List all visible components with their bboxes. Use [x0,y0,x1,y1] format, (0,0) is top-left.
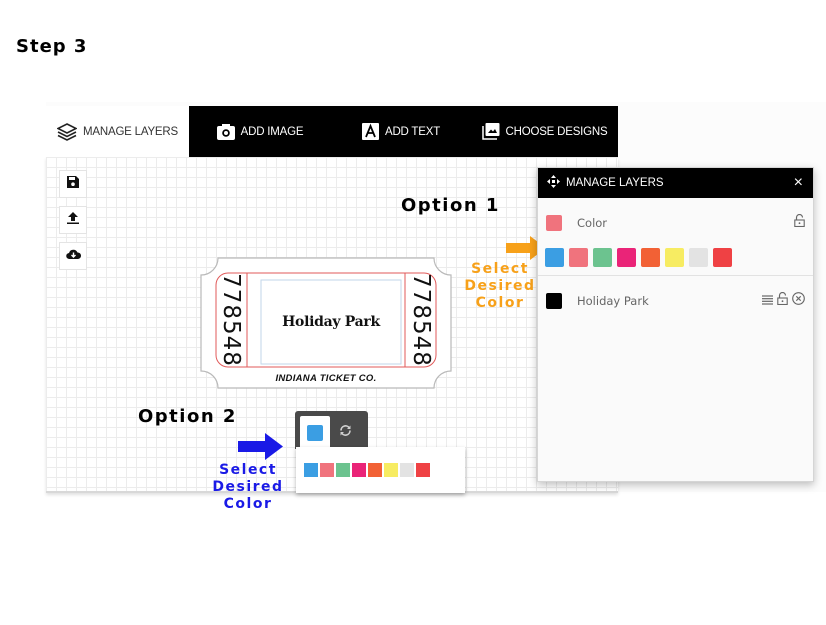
reset-icon[interactable] [339,424,352,442]
color-palette-2 [304,463,430,477]
color-swatch-option[interactable] [416,463,430,477]
color-palette-1 [545,248,813,267]
image-gallery-icon [481,123,500,140]
tab-label: MANAGE LAYERS [83,125,178,138]
tab-label: ADD TEXT [384,125,441,138]
ticket-number-right: 778548 [408,273,434,367]
blue-arrow-icon [238,433,283,465]
select-color-hint-2: Select Desired Color [208,462,288,513]
color-swatch-option[interactable] [713,248,732,267]
ticket-design[interactable]: 778548 778548 Holiday Park INDIANA TICKE… [200,257,452,394]
option-1-label: Option 1 [401,195,500,216]
layer-color-swatch[interactable] [546,293,562,309]
color-swatch-option[interactable] [545,248,564,267]
color-swatch-option[interactable] [352,463,366,477]
color-swatch-option[interactable] [336,463,350,477]
tab-bar: MANAGE LAYERS ADD IMAGE ADD TEXT CHOOSE … [46,106,618,157]
hint-line: Desired [464,278,536,294]
floppy-disk-icon [67,175,79,193]
tab-manage-layers[interactable]: MANAGE LAYERS [46,106,189,157]
select-color-hint-1: Select Desired Color [462,261,538,312]
unlock-icon[interactable] [794,213,805,232]
text-icon [361,123,379,140]
manage-layers-panel: MANAGE LAYERS × Color Holiday Park [537,167,814,482]
delete-icon[interactable] [792,292,805,310]
ticket-footer: INDIANA TICKET CO. [275,373,377,384]
layer-color-swatch[interactable] [546,215,562,231]
panel-header[interactable]: MANAGE LAYERS × [538,168,813,198]
move-icon[interactable] [547,175,560,191]
color-swatch-option[interactable] [689,248,708,267]
layer-row-holiday-park[interactable]: Holiday Park [538,276,813,326]
ticket-number-left: 778548 [218,273,244,367]
color-swatch-option[interactable] [304,463,318,477]
color-swatch-option[interactable] [368,463,382,477]
upload-button[interactable] [59,206,87,234]
panel-title: MANAGE LAYERS [566,177,664,189]
upload-icon [67,211,79,229]
cloud-download-icon [65,247,81,265]
layer-name: Color [577,216,608,230]
hint-line: Color [475,295,525,311]
layer-name: Holiday Park [577,294,649,308]
tab-add-image[interactable]: ADD IMAGE [189,106,331,157]
color-swatch-option[interactable] [617,248,636,267]
tab-label: ADD IMAGE [240,125,304,138]
unlock-icon[interactable] [777,291,788,310]
layer-row-color[interactable]: Color [538,198,813,248]
color-swatch-option[interactable] [384,463,398,477]
color-tab[interactable] [300,416,330,449]
tab-choose-designs[interactable]: CHOOSE DESIGNS [471,106,618,157]
color-control [295,411,368,449]
color-swatch-option[interactable] [641,248,660,267]
ticket-title[interactable]: Holiday Park [261,314,401,330]
step-title: Step 3 [16,36,88,57]
align-icon[interactable] [762,292,773,310]
hint-line: Select [219,462,277,478]
camera-icon [216,123,235,140]
color-popup [296,447,465,493]
layers-icon [57,122,78,141]
hint-line: Color [223,496,273,512]
color-swatch-option[interactable] [593,248,612,267]
color-swatch-option[interactable] [665,248,684,267]
close-icon[interactable]: × [794,175,803,191]
save-button[interactable] [59,170,87,198]
selected-color-swatch[interactable] [307,424,323,441]
palette-row [538,248,813,276]
color-swatch-option[interactable] [400,463,414,477]
hint-line: Desired [212,479,284,495]
hint-line: Select [471,261,529,277]
download-button[interactable] [59,242,87,270]
option-2-label: Option 2 [138,406,237,427]
color-swatch-option[interactable] [320,463,334,477]
tab-add-text[interactable]: ADD TEXT [331,106,471,157]
color-swatch-option[interactable] [569,248,588,267]
tab-label: CHOOSE DESIGNS [505,125,608,138]
